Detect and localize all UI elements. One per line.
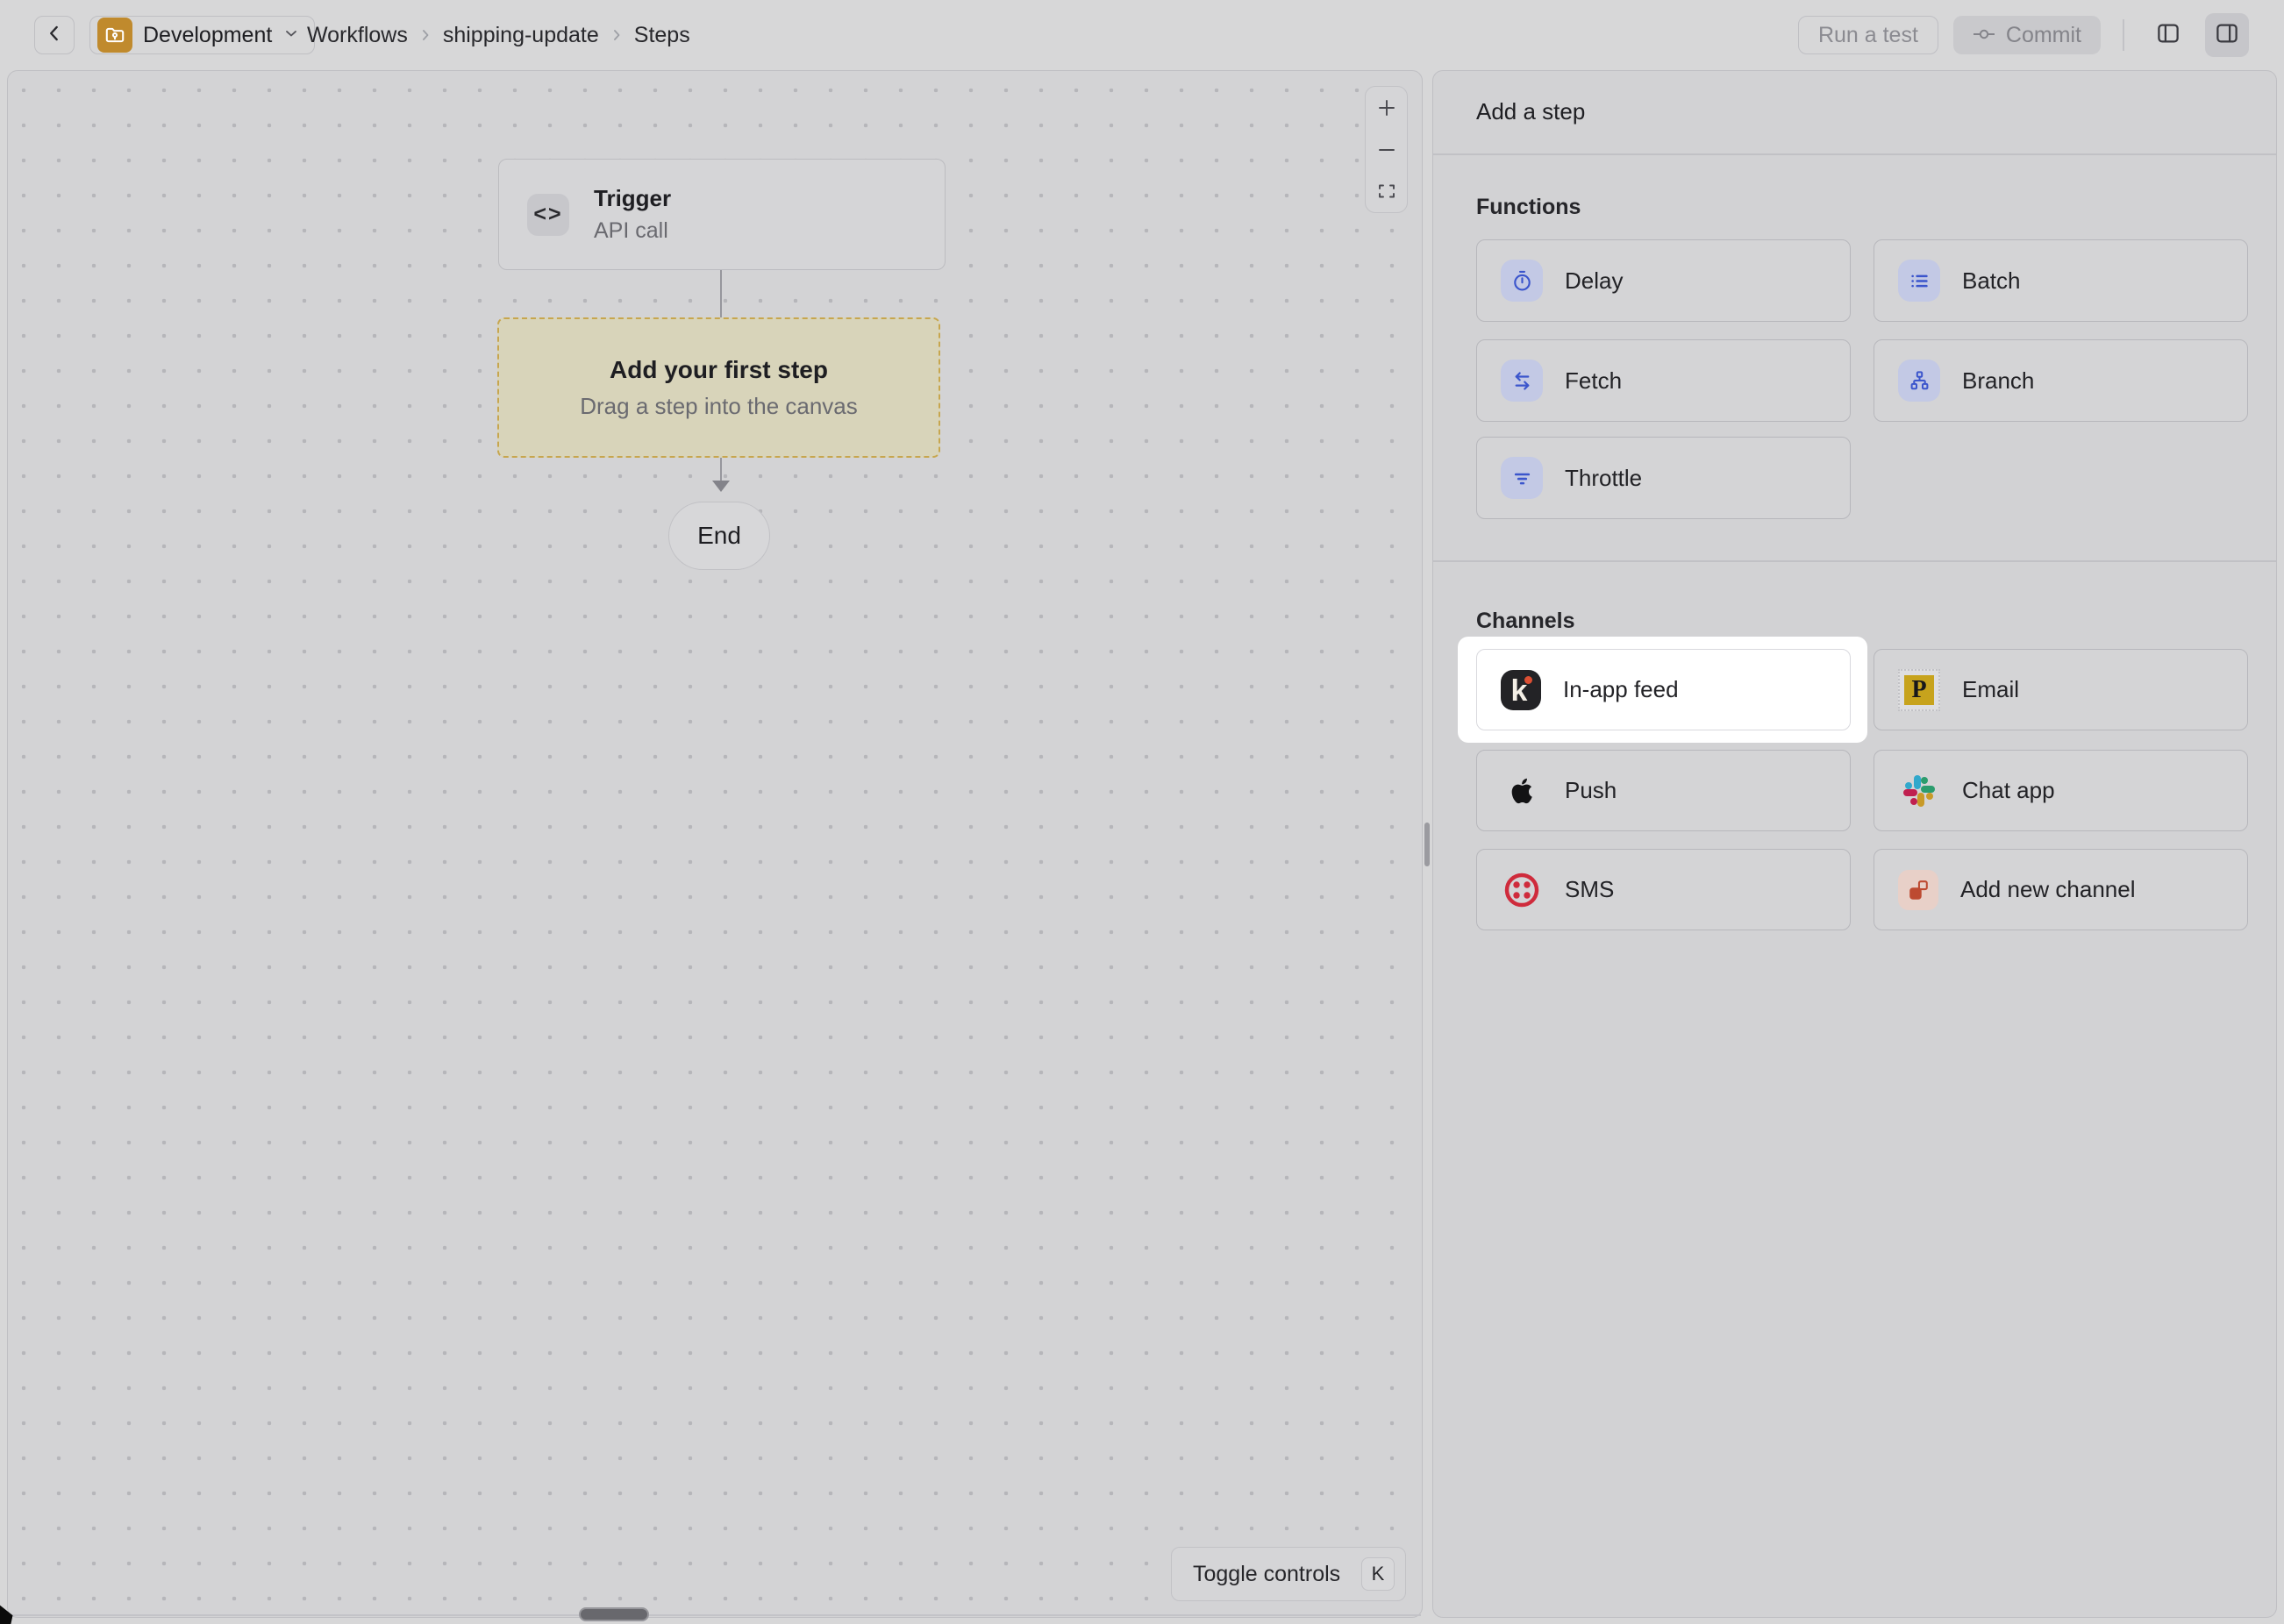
channels-section-label: Channels	[1476, 609, 1575, 634]
breadcrumb: Workflows shipping-update Steps	[307, 16, 690, 54]
topbar-actions: Run a test Commit	[1798, 16, 2249, 54]
postmark-stamp-icon: P	[1898, 669, 1940, 711]
run-a-test-button[interactable]: Run a test	[1798, 16, 1938, 54]
apple-icon	[1501, 773, 1543, 809]
chevron-left-icon	[43, 22, 66, 49]
add-channel-icon	[1898, 870, 1938, 910]
horizontal-scrollbar-track[interactable]	[9, 1614, 1421, 1616]
edge-placeholder-to-end	[720, 458, 722, 482]
environment-folder-icon	[97, 18, 132, 53]
canvas-zoom-controls	[1365, 86, 1408, 213]
knock-dot	[1524, 676, 1532, 684]
commit-button[interactable]: Commit	[1953, 16, 2101, 54]
breadcrumb-steps: Steps	[634, 23, 690, 48]
back-button[interactable]	[34, 16, 75, 54]
minus-icon	[1376, 139, 1397, 160]
step-card-delay[interactable]: Delay	[1476, 239, 1851, 322]
right-panel-icon	[2214, 20, 2240, 51]
edge-trigger-to-placeholder	[720, 270, 722, 319]
chevron-down-icon	[282, 25, 300, 46]
step-card-branch[interactable]: Branch	[1874, 339, 2248, 422]
step-card-throttle[interactable]: Throttle	[1476, 437, 1851, 519]
chevron-right-icon	[417, 26, 434, 44]
trigger-title: Trigger	[594, 182, 671, 216]
environment-label: Development	[143, 23, 272, 48]
workflow-canvas[interactable]	[7, 70, 1423, 1618]
fit-view-button[interactable]	[1366, 170, 1407, 212]
step-card-push[interactable]: Push	[1476, 750, 1851, 831]
step-card-in-app-feed[interactable]: k In-app feed	[1476, 649, 1851, 730]
toggle-controls-button[interactable]: Toggle controls K	[1171, 1547, 1406, 1601]
step-card-chat-app[interactable]: Chat app	[1874, 750, 2248, 831]
trigger-subtitle: API call	[594, 215, 671, 246]
fullscreen-icon	[1376, 181, 1397, 202]
batch-icon	[1898, 260, 1940, 302]
breadcrumb-workflow-name[interactable]: shipping-update	[443, 23, 599, 48]
dropzone-subtitle: Drag a step into the canvas	[580, 393, 858, 420]
knock-feed-icon: k	[1501, 670, 1541, 710]
plus-icon	[1376, 97, 1397, 118]
zoom-out-button[interactable]	[1366, 129, 1407, 171]
workflow-builder-app: Development Workflows shipping-update St…	[0, 0, 2284, 1624]
commit-icon	[1973, 23, 1995, 48]
horizontal-scrollbar-thumb[interactable]	[579, 1607, 649, 1621]
functions-section-label: Functions	[1476, 195, 1581, 220]
zoom-in-button[interactable]	[1366, 87, 1407, 129]
right-panel-toggle-button[interactable]	[2205, 13, 2249, 57]
left-panel-toggle-button[interactable]	[2146, 13, 2190, 57]
add-first-step-dropzone[interactable]: Add your first step Drag a step into the…	[497, 317, 940, 458]
throttle-icon	[1501, 457, 1543, 499]
left-panel-icon	[2155, 20, 2181, 51]
step-card-fetch[interactable]: Fetch	[1476, 339, 1851, 422]
delay-icon	[1501, 260, 1543, 302]
code-icon: <>	[527, 194, 569, 236]
trigger-node[interactable]: <> Trigger API call	[498, 159, 946, 270]
panel-title: Add a step	[1476, 98, 1585, 125]
step-card-email[interactable]: P Email	[1874, 649, 2248, 730]
end-node[interactable]: End	[668, 502, 770, 570]
step-card-add-new-channel[interactable]: Add new channel	[1874, 849, 2248, 930]
mouse-cursor	[0, 1603, 14, 1624]
step-card-batch[interactable]: Batch	[1874, 239, 2248, 322]
vertical-scrollbar-thumb[interactable]	[1424, 823, 1430, 866]
slack-icon	[1898, 773, 1940, 808]
edge-arrowhead	[712, 481, 730, 492]
panel-header-divider	[1433, 153, 2276, 155]
dropzone-title: Add your first step	[610, 356, 828, 384]
chevron-right-icon	[608, 26, 625, 44]
top-bar: Development Workflows shipping-update St…	[0, 0, 2284, 70]
step-card-sms[interactable]: SMS	[1476, 849, 1851, 930]
keyboard-shortcut-badge: K	[1361, 1557, 1395, 1591]
fetch-icon	[1501, 360, 1543, 402]
twilio-icon	[1501, 871, 1543, 909]
breadcrumb-workflows[interactable]: Workflows	[307, 23, 408, 48]
environment-switcher[interactable]: Development	[89, 16, 315, 54]
topbar-divider	[2123, 19, 2124, 51]
branch-icon	[1898, 360, 1940, 402]
panel-section-divider	[1433, 560, 2276, 562]
